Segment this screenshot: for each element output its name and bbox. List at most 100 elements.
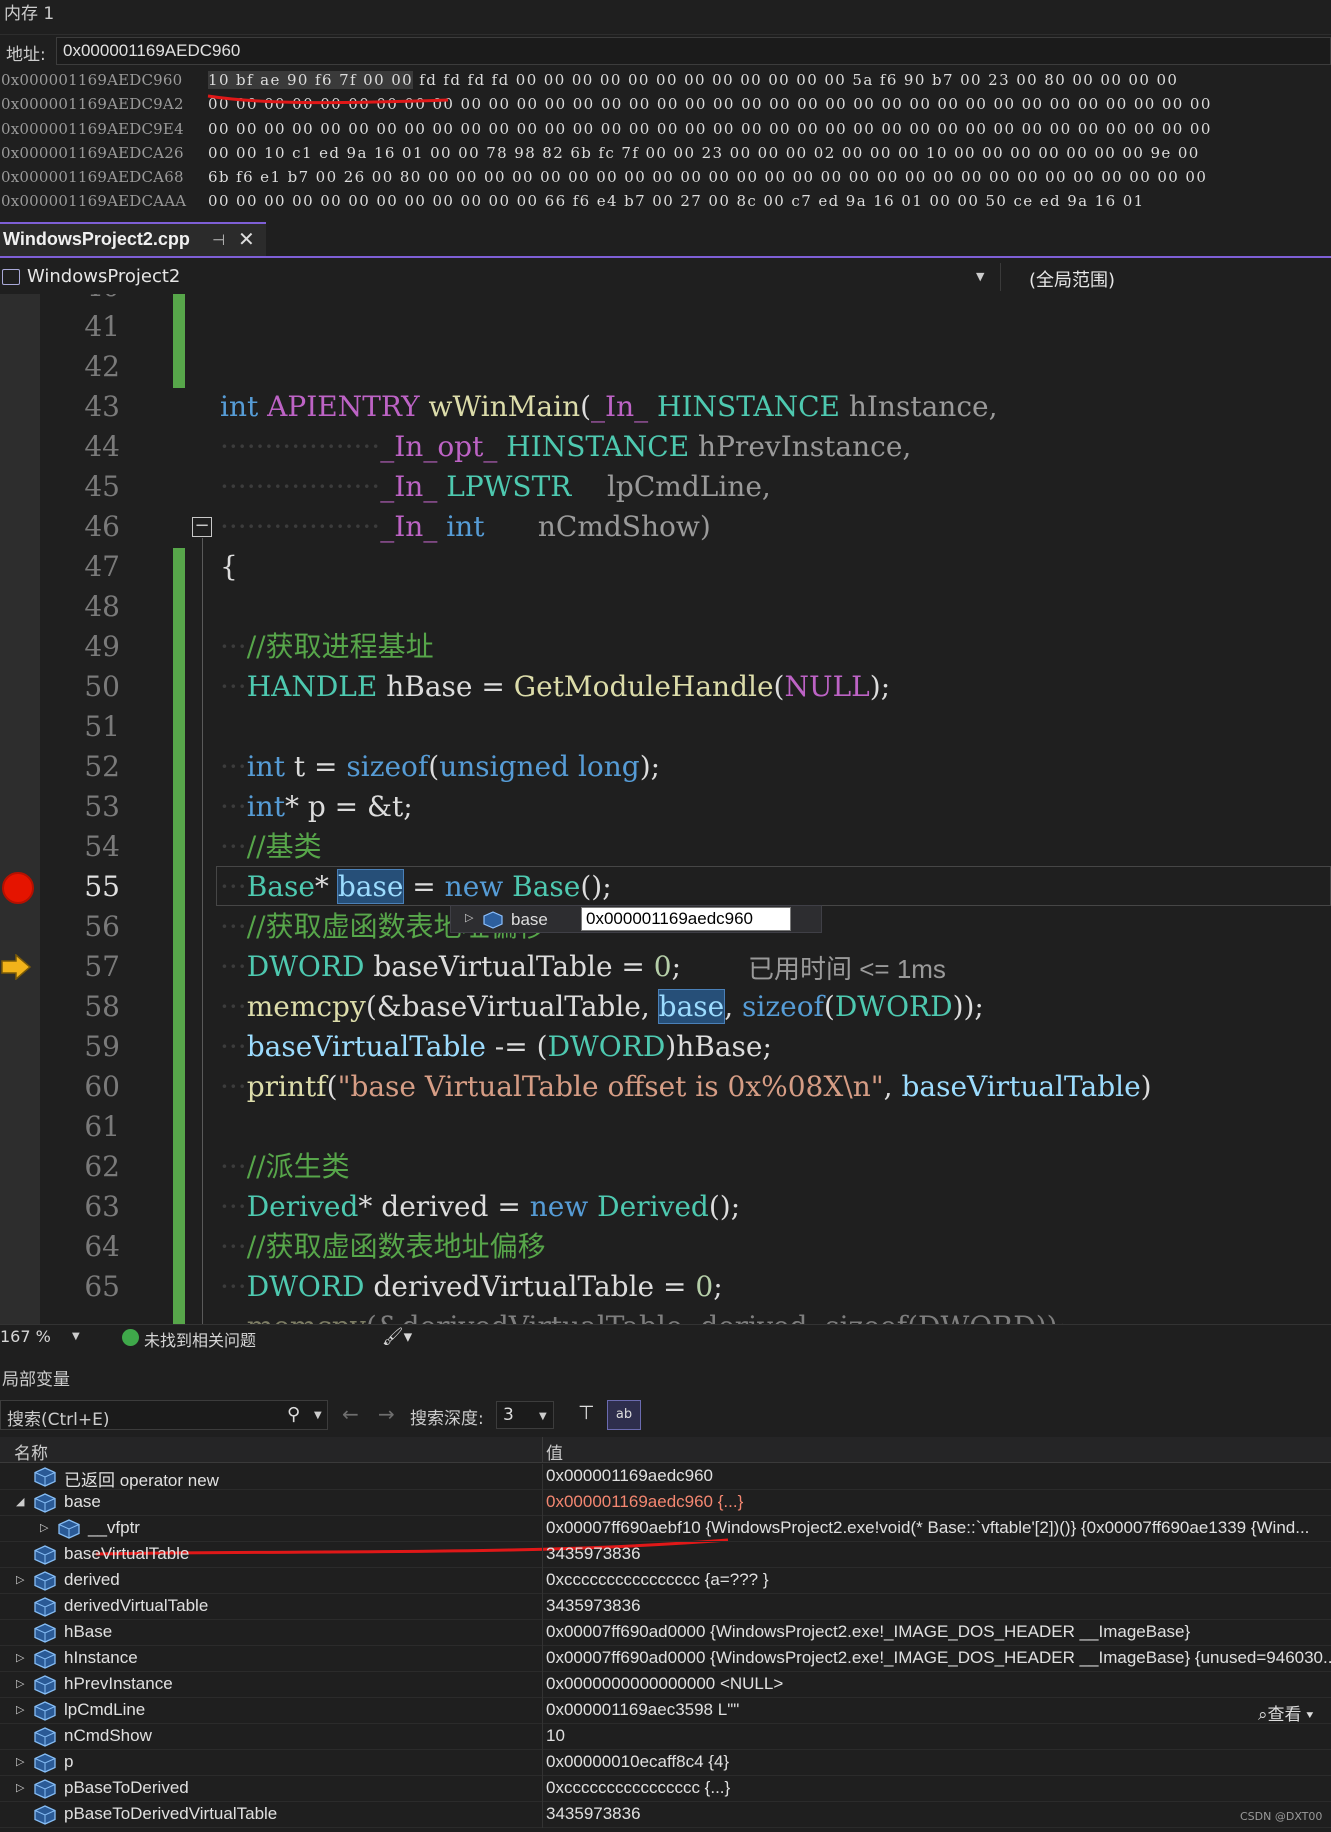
locals-row[interactable]: ▷ pBaseToDerived 0xcccccccccccccccc {...}	[0, 1776, 1331, 1802]
function-name: memcpy	[246, 990, 366, 1023]
code-line-60[interactable]: ···printf("base VirtualTable offset is 0…	[220, 1067, 1152, 1107]
locals-row[interactable]: ▷ hInstance 0x00007ff690ad0000 {WindowsPro…	[0, 1646, 1331, 1672]
locals-row-value[interactable]: 10	[546, 1726, 1331, 1746]
memory-row[interactable]: 0x000001169AEDC9E4 00 00 00 00 00 00 00 0…	[0, 117, 1331, 141]
breakpoint-icon[interactable]	[2, 872, 34, 904]
issues-status[interactable]: 未找到相关问题	[144, 1327, 256, 1351]
locals-row-value[interactable]: 0xcccccccccccccccc {a=??? }	[546, 1570, 1331, 1590]
locals-row-value[interactable]: 0x000001169aec3598 L""	[546, 1700, 1331, 1720]
memory-row[interactable]: 0x000001169AEDCAAA 00 00 00 00 00 00 00 0…	[0, 189, 1331, 213]
code-line-47[interactable]: {	[220, 547, 238, 587]
memory-row[interactable]: 0x000001169AEDCA26 00 00 10 c1 ed 9a 16 0…	[0, 141, 1331, 165]
code-line-46[interactable]: ··················_In_ int nCmdShow)	[220, 507, 711, 547]
zoom-level[interactable]: 167 %	[0, 1327, 51, 1346]
code-line-53[interactable]: ···int* p = &t;	[220, 787, 413, 827]
code-line-58[interactable]: ···memcpy(&baseVirtualTable, base, sizeo…	[220, 987, 984, 1027]
collapse-arrow-icon[interactable]: ◢	[16, 1495, 24, 1508]
locals-row-value[interactable]: 0x00007ff690ad0000 {WindowsProject2.exe!…	[546, 1622, 1331, 1642]
code-cleanup-icon[interactable]: 🖌▾	[382, 1327, 412, 1347]
expand-arrow-icon[interactable]: ▷	[16, 1651, 24, 1664]
memory-row[interactable]: 0x000001169AEDCA68 6b f6 e1 b7 00 26 00 8…	[0, 165, 1331, 189]
code-line-52[interactable]: ···int t = sizeof(unsigned long);	[220, 747, 660, 787]
locals-row[interactable]: ▷ lpCmdLine 0x000001169aec3598 L""	[0, 1698, 1331, 1724]
code-line-59[interactable]: ···baseVirtualTable -= (DWORD)hBase;	[220, 1027, 772, 1067]
chevron-down-icon[interactable]: ▼	[72, 1331, 80, 1342]
search-input[interactable]: 搜索(Ctrl+E) ⚲ ▼	[0, 1400, 328, 1430]
locals-row-value[interactable]: 3435973836	[546, 1596, 1331, 1616]
locals-row[interactable]: hBase 0x00007ff690ad0000 {WindowsProject2…	[0, 1620, 1331, 1646]
memory-row[interactable]: 0x000001169AEDC9A2 00 00 00 00 00 00 00 0…	[0, 92, 1331, 116]
code-line-66[interactable]: ···memcpy(&derivedVirtualTable, derived,…	[220, 1307, 1067, 1324]
code-text: ,	[883, 1070, 902, 1103]
macro: _In_	[591, 390, 649, 423]
expand-arrow-icon[interactable]: ▷	[16, 1703, 24, 1716]
expand-arrow-icon[interactable]: ▷	[40, 1521, 48, 1534]
expand-arrow-icon[interactable]: ▷	[16, 1781, 24, 1794]
code-line-63[interactable]: ···Derived* derived = new Derived();	[220, 1187, 740, 1227]
expand-arrow-icon[interactable]: ▷	[16, 1573, 24, 1586]
locals-row[interactable]: 已返回 operator new 0x000001169aedc960	[0, 1464, 1331, 1490]
view-button[interactable]: ⌕查看 ▾	[1258, 1700, 1313, 1725]
locals-row-value[interactable]: 3435973836	[546, 1804, 1331, 1824]
search-depth-dropdown[interactable]: 3 ▼	[496, 1401, 554, 1429]
code-line-43[interactable]: int APIENTRY wWinMain(_In_ HINSTANCE hIn…	[220, 387, 997, 427]
code-line-49[interactable]: ···//获取进程基址	[220, 627, 434, 667]
code-line-54[interactable]: ···//基类	[220, 827, 322, 867]
datatip-value-field[interactable]: 0x000001169aedc960	[581, 907, 791, 931]
datatip[interactable]: ▷ base 0x000001169aedc960	[450, 905, 822, 933]
chevron-down-icon[interactable]: ▼	[314, 1410, 322, 1421]
code-line-64[interactable]: ···//获取虚函数表地址偏移	[220, 1227, 546, 1267]
memory-row[interactable]: 0x000001169AEDC960 10 bf ae 90 f6 7f 00 0…	[0, 68, 1331, 92]
locals-row-value[interactable]: 0x0000000000000000 <NULL>	[546, 1674, 1331, 1694]
keyword: sizeof	[742, 990, 824, 1023]
address-input[interactable]: 0x000001169AEDC960	[56, 37, 1331, 65]
column-header-name[interactable]: 名称	[14, 1439, 48, 1464]
locals-row-value[interactable]: 0x00007ff690ad0000 {WindowsProject2.exe!…	[546, 1648, 1331, 1668]
back-arrow-icon[interactable]: ←	[342, 1402, 359, 1426]
code-line-65[interactable]: ···DWORD derivedVirtualTable = 0;	[220, 1267, 723, 1307]
locals-column-header: 名称 值	[0, 1437, 1331, 1464]
column-header-value[interactable]: 值	[546, 1439, 563, 1464]
memory-dump[interactable]: 0x000001169AEDC960 10 bf ae 90 f6 7f 00 0…	[0, 68, 1331, 214]
project-dropdown[interactable]: WindowsProject2 ▼	[0, 263, 995, 291]
scope-dropdown[interactable]: (全局范围)	[1000, 263, 1331, 291]
locals-row-value[interactable]: 0xcccccccccccccccc {...}	[546, 1778, 1331, 1798]
locals-row[interactable]: nCmdShow 10	[0, 1724, 1331, 1750]
locals-row-value[interactable]: 3435973836	[546, 1544, 1331, 1564]
locals-row[interactable]: baseVirtualTable 3435973836	[0, 1542, 1331, 1568]
code-line-50[interactable]: ···HANDLE hBase = GetModuleHandle(NULL);	[220, 667, 890, 707]
expand-arrow-icon[interactable]: ▷	[465, 911, 473, 924]
code-line-57[interactable]: ···DWORD baseVirtualTable = 0;	[220, 947, 681, 987]
locals-row[interactable]: ◢ base 0x000001169aedc960 {...}	[0, 1490, 1331, 1516]
code-line-45[interactable]: ··················_In_ LPWSTR lpCmdLine,	[220, 467, 771, 507]
code-line-44[interactable]: ··················_In_opt_ HINSTANCE hPr…	[220, 427, 911, 467]
locals-row[interactable]: ▷ p 0x00000010ecaff8c4 {4}	[0, 1750, 1331, 1776]
code-text: (	[326, 1070, 338, 1103]
tab-windowsproject2-cpp[interactable]: WindowsProject2.cpp ⊣ ✕	[0, 222, 266, 256]
locals-row-value[interactable]: 0x000001169aedc960 {...}	[546, 1492, 1331, 1512]
locals-row-value[interactable]: 0x00007ff690aebf10 {WindowsProject2.exe!…	[546, 1518, 1331, 1538]
locals-row-value[interactable]: 0x00000010ecaff8c4 {4}	[546, 1752, 1331, 1772]
locals-row-name: lpCmdLine	[64, 1700, 146, 1719]
code-line-55[interactable]: ···Base* base = new Base();	[220, 867, 612, 907]
expand-arrow-icon[interactable]: ▷	[16, 1677, 24, 1690]
locals-row-value[interactable]: 0x000001169aedc960	[546, 1466, 1331, 1486]
locals-row[interactable]: pBaseToDerivedVirtualTable 3435973836	[0, 1802, 1331, 1828]
pin-icon[interactable]: ⊣	[212, 231, 225, 249]
code-editor[interactable]: 4041424344454647484950515253545556575859…	[0, 294, 1331, 1324]
locals-row[interactable]: derivedVirtualTable 3435973836	[0, 1594, 1331, 1620]
selected-identifier[interactable]: base	[336, 869, 405, 904]
locals-row[interactable]: ▷ hPrevInstance 0x0000000000000000 <NULL>	[0, 1672, 1331, 1698]
hex-display-icon[interactable]: ab	[607, 1400, 641, 1430]
code-line-62[interactable]: ···//派生类	[220, 1147, 350, 1187]
expand-arrow-icon[interactable]: ▷	[16, 1755, 24, 1768]
macro: NULL	[784, 670, 870, 703]
highlighted-identifier[interactable]: base	[657, 989, 726, 1024]
locals-row[interactable]: ▷ derived 0xcccccccccccccccc {a=??? }	[0, 1568, 1331, 1594]
search-icon[interactable]: ⚲	[287, 1404, 300, 1425]
locals-row[interactable]: ▷ __vfptr 0x00007ff690aebf10 {WindowsProje…	[0, 1516, 1331, 1542]
pin-icon[interactable]: ⊤	[578, 1402, 595, 1424]
forward-arrow-icon[interactable]: →	[378, 1402, 395, 1426]
column-divider[interactable]	[542, 1437, 543, 1463]
close-icon[interactable]: ✕	[238, 227, 255, 251]
